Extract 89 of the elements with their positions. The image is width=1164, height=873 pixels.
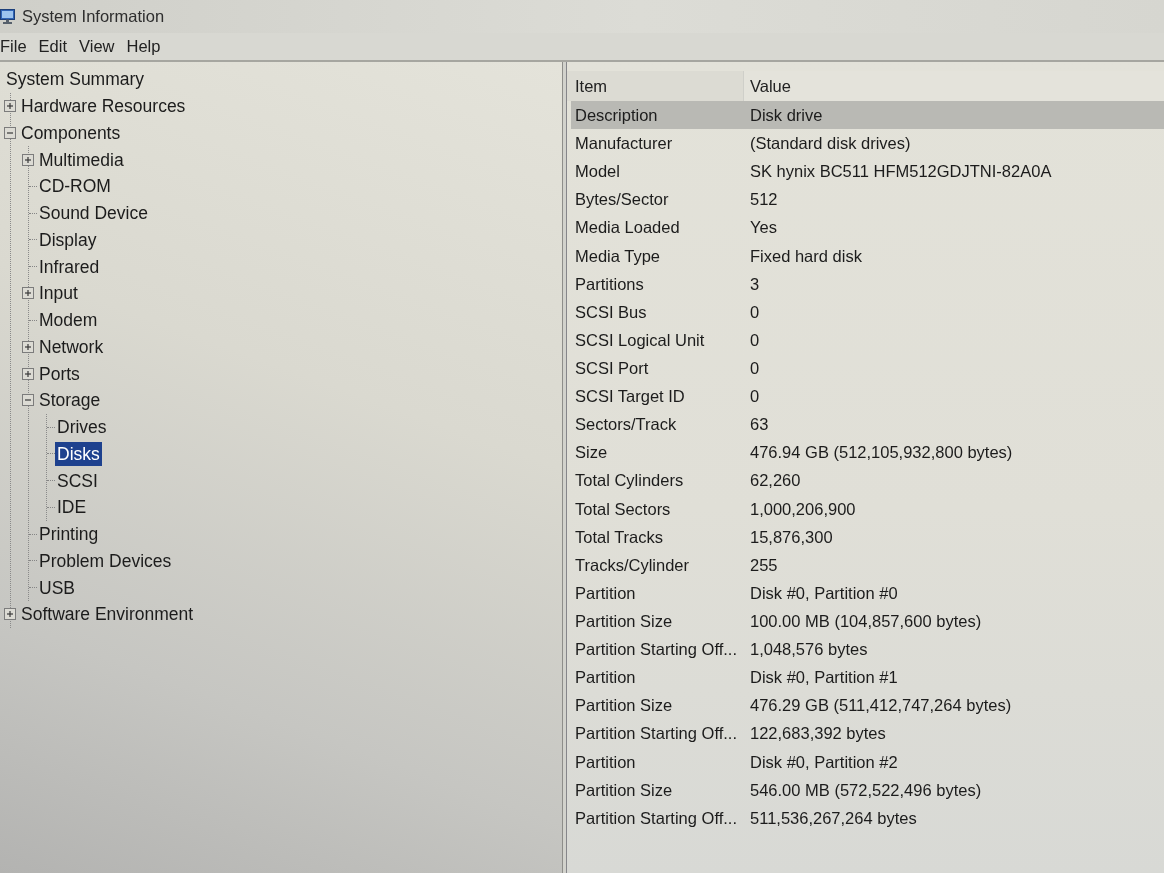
item-cell-text: Media Type bbox=[574, 245, 661, 267]
menu-item[interactable]: File bbox=[0, 37, 27, 56]
tree-item[interactable]: Printing bbox=[37, 522, 101, 547]
minus-box-icon[interactable] bbox=[22, 394, 34, 407]
value-cell-text: 63 bbox=[749, 414, 769, 436]
value-cell-text: 0 bbox=[749, 329, 760, 351]
value-cell-text: 62,260 bbox=[749, 470, 801, 492]
value-cell-text: 0 bbox=[749, 386, 760, 408]
item-cell-text: Partition Starting Off... bbox=[574, 807, 739, 829]
item-cell-text: SCSI Target ID bbox=[574, 386, 686, 408]
item-cell-text: SCSI Bus bbox=[574, 301, 648, 323]
tree-item[interactable]: Display bbox=[37, 227, 99, 252]
value-cell-text: 100.00 MB (104,857,600 bytes) bbox=[749, 611, 982, 632]
plus-box-icon[interactable] bbox=[22, 287, 34, 300]
value-cell-text: 511,536,267,264 bytes bbox=[749, 807, 917, 829]
item-cell-text: Total Sectors bbox=[574, 498, 672, 520]
item-cell-text: Size bbox=[574, 442, 609, 464]
value-cell-text: Yes bbox=[749, 217, 777, 239]
value-cell-text: Disk #0, Partition #1 bbox=[749, 667, 898, 689]
item-cell-text: Partition bbox=[574, 582, 637, 604]
value-cell-text: 476.29 GB (511,412,747,264 bytes) bbox=[749, 695, 1012, 717]
menu-item[interactable]: Edit bbox=[38, 37, 68, 56]
tree-item[interactable]: Sound Device bbox=[37, 201, 150, 226]
tree-item[interactable]: CD-ROM bbox=[37, 174, 113, 199]
value-cell-text: SK hynix BC511 HFM512GDJTNI-82A0A bbox=[749, 161, 1052, 183]
item-cell-text: Media Loaded bbox=[574, 217, 681, 239]
value-cell-text: 0 bbox=[749, 301, 760, 323]
plus-box-icon[interactable] bbox=[22, 367, 34, 380]
value-cell-text: (Standard disk drives) bbox=[749, 133, 911, 155]
tree-item[interactable]: System Summary bbox=[4, 67, 147, 92]
value-cell-text: 3 bbox=[749, 273, 760, 295]
menu-item[interactable]: Help bbox=[126, 37, 161, 56]
plus-box-icon[interactable] bbox=[22, 153, 34, 166]
tree-item[interactable]: Drives bbox=[55, 415, 109, 440]
value-cell-text: 0 bbox=[749, 358, 760, 380]
item-cell-text: Partition Size bbox=[574, 779, 674, 801]
tree-item[interactable]: Network bbox=[37, 334, 106, 359]
tree-item[interactable]: Storage bbox=[37, 388, 103, 413]
tree-item[interactable]: IDE bbox=[55, 495, 89, 520]
item-cell-text: Partitions bbox=[574, 273, 645, 295]
menu-item[interactable]: View bbox=[79, 37, 115, 56]
value-cell-text: 255 bbox=[749, 554, 778, 576]
tree-item[interactable]: Infrared bbox=[37, 254, 102, 279]
plus-box-icon[interactable] bbox=[22, 340, 34, 353]
tree-item[interactable]: Problem Devices bbox=[37, 548, 174, 573]
tree-item[interactable]: Ports bbox=[37, 361, 82, 386]
item-cell-text: Partition Starting Off... bbox=[574, 639, 739, 661]
item-cell-text: Sectors/Track bbox=[574, 414, 678, 436]
item-cell-text: Partition bbox=[574, 751, 637, 773]
value-cell-text: 512 bbox=[749, 189, 778, 211]
value-cell-text: 546.00 MB (572,522,496 bytes) bbox=[749, 779, 982, 801]
value-cell-text: Fixed hard disk bbox=[749, 245, 862, 267]
item-cell-text: Total Cylinders bbox=[574, 470, 685, 492]
value-cell-text: 122,683,392 bytes bbox=[749, 723, 886, 745]
item-cell-text: Model bbox=[574, 161, 621, 183]
item-cell-text: Description bbox=[574, 105, 659, 127]
window-title: System Information bbox=[22, 7, 165, 26]
item-cell-text: Partition Size bbox=[574, 611, 674, 632]
item-cell-text: Manufacturer bbox=[574, 133, 674, 155]
plus-box-icon[interactable] bbox=[4, 608, 16, 621]
item-cell-text: Total Tracks bbox=[574, 526, 665, 548]
tree-item[interactable]: Input bbox=[37, 281, 80, 306]
item-cell-text: Tracks/Cylinder bbox=[574, 554, 690, 576]
tree-item[interactable]: Components bbox=[19, 120, 123, 145]
selected-row[interactable]: Description Disk drive bbox=[571, 101, 1164, 130]
minus-box-icon[interactable] bbox=[4, 126, 16, 139]
value-cell-text: Disk #0, Partition #0 bbox=[749, 582, 898, 604]
tree-item[interactable]: SCSI bbox=[55, 468, 100, 493]
value-cell-text: 15,876,300 bbox=[749, 526, 833, 548]
value-cell-text: Disk drive bbox=[749, 105, 823, 127]
plus-box-icon[interactable] bbox=[4, 100, 16, 113]
value-cell-text: 1,048,576 bytes bbox=[749, 639, 868, 661]
item-cell-text: Partition Starting Off... bbox=[574, 723, 739, 745]
computer-icon bbox=[0, 8, 15, 25]
item-cell-text: Bytes/Sector bbox=[574, 189, 670, 211]
value-cell-text: 476.94 GB (512,105,932,800 bytes) bbox=[749, 442, 1013, 464]
tree-item[interactable]: Disks bbox=[55, 441, 102, 466]
item-cell-text: SCSI Port bbox=[574, 358, 650, 380]
tree-item[interactable]: Hardware Resources bbox=[19, 94, 188, 119]
item-cell-text: Partition bbox=[574, 667, 637, 689]
tree-item[interactable]: Modem bbox=[37, 308, 100, 333]
value-cell-text: Disk #0, Partition #2 bbox=[749, 751, 898, 773]
tree-item[interactable]: Software Environment bbox=[19, 602, 196, 627]
tree-item[interactable]: Multimedia bbox=[37, 147, 126, 172]
item-cell-text: Partition Size bbox=[574, 695, 674, 717]
column-header[interactable]: Item bbox=[567, 71, 744, 101]
value-cell-text: 1,000,206,900 bbox=[749, 498, 856, 520]
item-cell-text: SCSI Logical Unit bbox=[574, 329, 706, 351]
tree-item[interactable]: USB bbox=[37, 575, 77, 600]
